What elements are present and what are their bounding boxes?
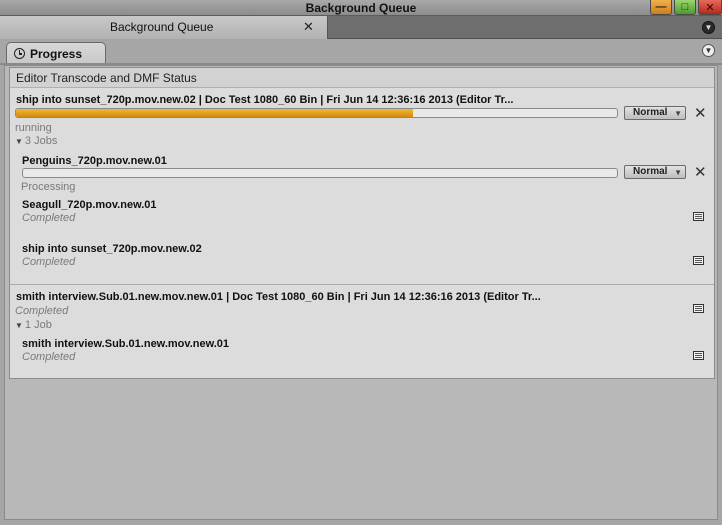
priority-value: Normal [633,107,668,118]
panel-tab-label: Progress [30,47,83,61]
progress-fill [16,109,413,117]
tab-background-queue[interactable]: Background Queue ✕ [0,16,328,39]
panel-content: Editor Transcode and DMF Status ship int… [4,65,718,520]
window-titlebar: Background Queue — □ ✕ [0,0,722,16]
jobs-count: 3 Jobs [24,135,58,147]
tab-progress[interactable]: Progress [6,42,106,64]
remove-job-icon[interactable]: ✕ [694,106,707,121]
group-separator [10,284,714,285]
expand-arrow-icon: ▼ [15,321,23,330]
tab-menu-icon[interactable]: ▼ [702,21,715,34]
job-title: Seagull_720p.mov.new.01 [22,199,157,211]
job-progress-bar [22,168,618,178]
expand-arrow-icon: ▼ [15,137,23,146]
group-title: ship into sunset_720p.mov.new.02 | Doc T… [16,94,514,106]
group-status: running [15,122,52,134]
job-status: Completed [22,351,76,363]
remove-job-icon[interactable]: ✕ [694,165,707,180]
tab-bar: Background Queue ✕ ▼ [0,16,722,39]
close-window-button[interactable]: ✕ [698,0,722,15]
chevron-down-icon: ▼ [674,109,682,118]
report-icon[interactable] [693,304,704,313]
jobs-toggle[interactable]: ▼ 1 Job [15,319,52,331]
status-list[interactable]: Editor Transcode and DMF Status ship int… [9,67,715,379]
report-icon[interactable] [693,256,704,265]
chevron-down-icon: ▼ [674,168,682,177]
group-status: Completed [15,305,69,317]
status-header: Editor Transcode and DMF Status [10,68,714,88]
job-status: Completed [22,256,76,268]
job-title: ship into sunset_720p.mov.new.02 [22,243,202,255]
clock-icon [14,48,25,59]
report-icon[interactable] [693,212,704,221]
close-tab-icon[interactable]: ✕ [303,19,314,35]
priority-value: Normal [633,166,668,177]
job-status: Completed [22,212,76,224]
report-icon[interactable] [693,351,704,360]
group-progress-bar [15,108,618,118]
group-title: smith interview.Sub.01.new.mov.new.01 | … [16,291,541,303]
panel-menu-icon[interactable]: ▼ [702,44,715,57]
tab-label: Background Queue [110,20,214,34]
priority-select[interactable]: Normal ▼ [624,106,686,120]
job-title: smith interview.Sub.01.new.mov.new.01 [22,338,230,350]
job-status: Processing [21,181,76,193]
jobs-toggle[interactable]: ▼ 3 Jobs [15,135,57,147]
jobs-count: 1 Job [24,319,52,331]
minimize-button[interactable]: — [650,0,672,15]
window-title: Background Queue [305,1,417,15]
priority-select[interactable]: Normal ▼ [624,165,686,179]
job-title: Penguins_720p.mov.new.01 [22,155,167,167]
panel-frame: Progress ▼ Editor Transcode and DMF Stat… [0,39,722,525]
maximize-button[interactable]: □ [674,0,696,15]
